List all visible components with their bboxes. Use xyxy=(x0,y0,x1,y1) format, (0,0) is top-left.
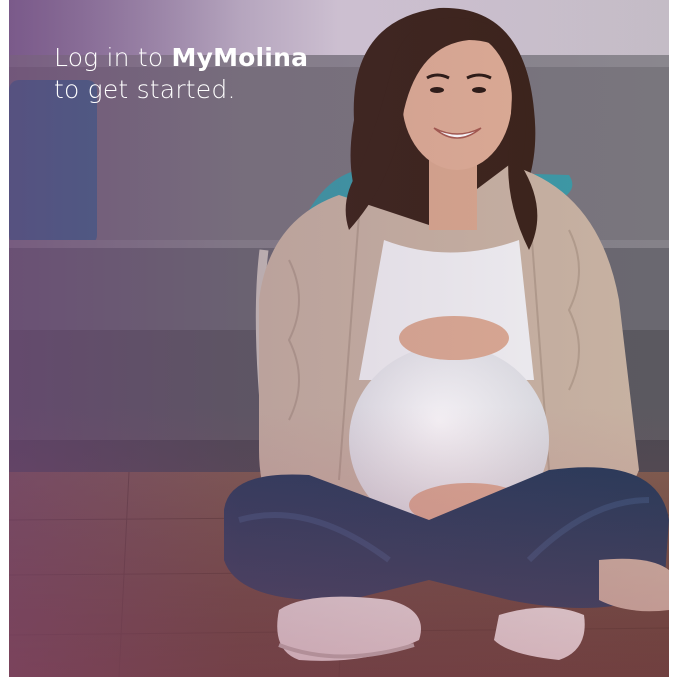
brand-name: MyMolina xyxy=(171,43,309,72)
headline-line1-prefix: Log in to xyxy=(54,43,172,72)
headline-line2: to get started. xyxy=(54,75,236,104)
login-headline: Log in to MyMolina to get started. xyxy=(54,42,308,106)
hero-image-frame: Log in to MyMolina to get started. xyxy=(9,0,669,677)
